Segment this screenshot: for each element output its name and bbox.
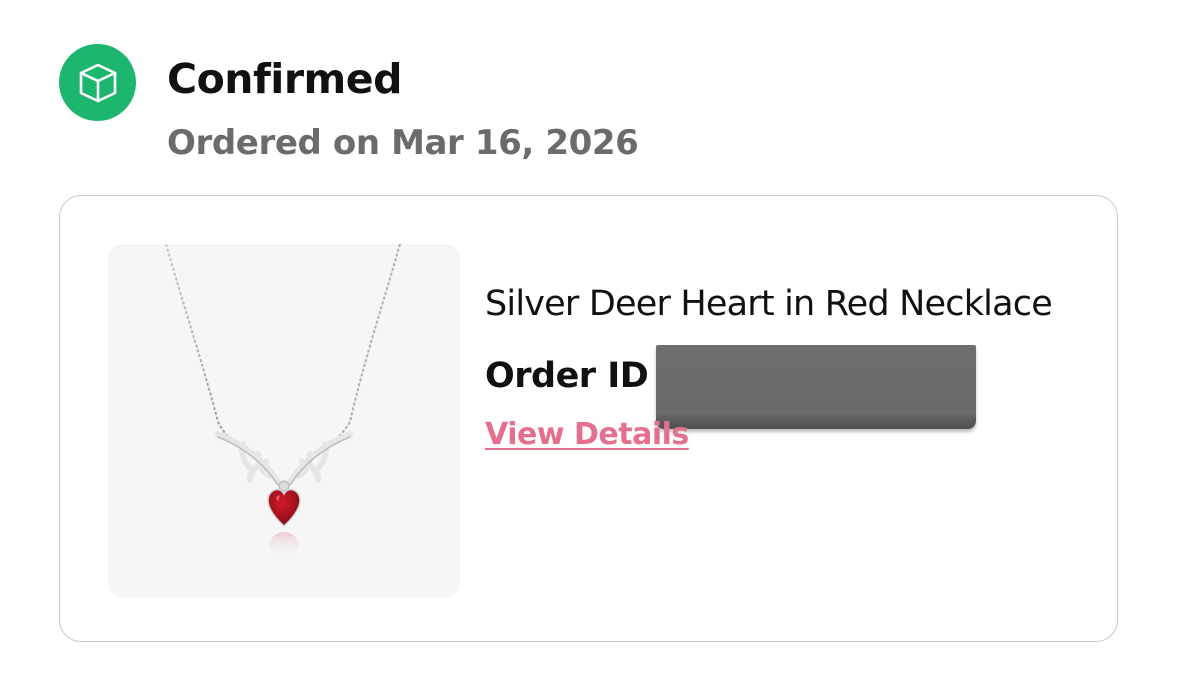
order-id-row: Order ID bbox=[485, 345, 977, 429]
order-date: Ordered on Mar 16, 2026 bbox=[167, 123, 639, 163]
order-id-label: Order ID bbox=[485, 356, 649, 396]
product-image[interactable] bbox=[108, 244, 460, 597]
view-details-link[interactable]: View Details bbox=[485, 412, 689, 458]
product-name[interactable]: Silver Deer Heart in Red Necklace bbox=[485, 280, 1053, 328]
order-id-redaction bbox=[656, 345, 977, 429]
order-status-page: Confirmed Ordered on Mar 16, 2026 Silver… bbox=[0, 0, 1178, 696]
order-card: Silver Deer Heart in Red Necklace Order … bbox=[59, 195, 1118, 642]
order-status-title: Confirmed bbox=[167, 55, 402, 103]
package-box-icon bbox=[59, 44, 136, 121]
